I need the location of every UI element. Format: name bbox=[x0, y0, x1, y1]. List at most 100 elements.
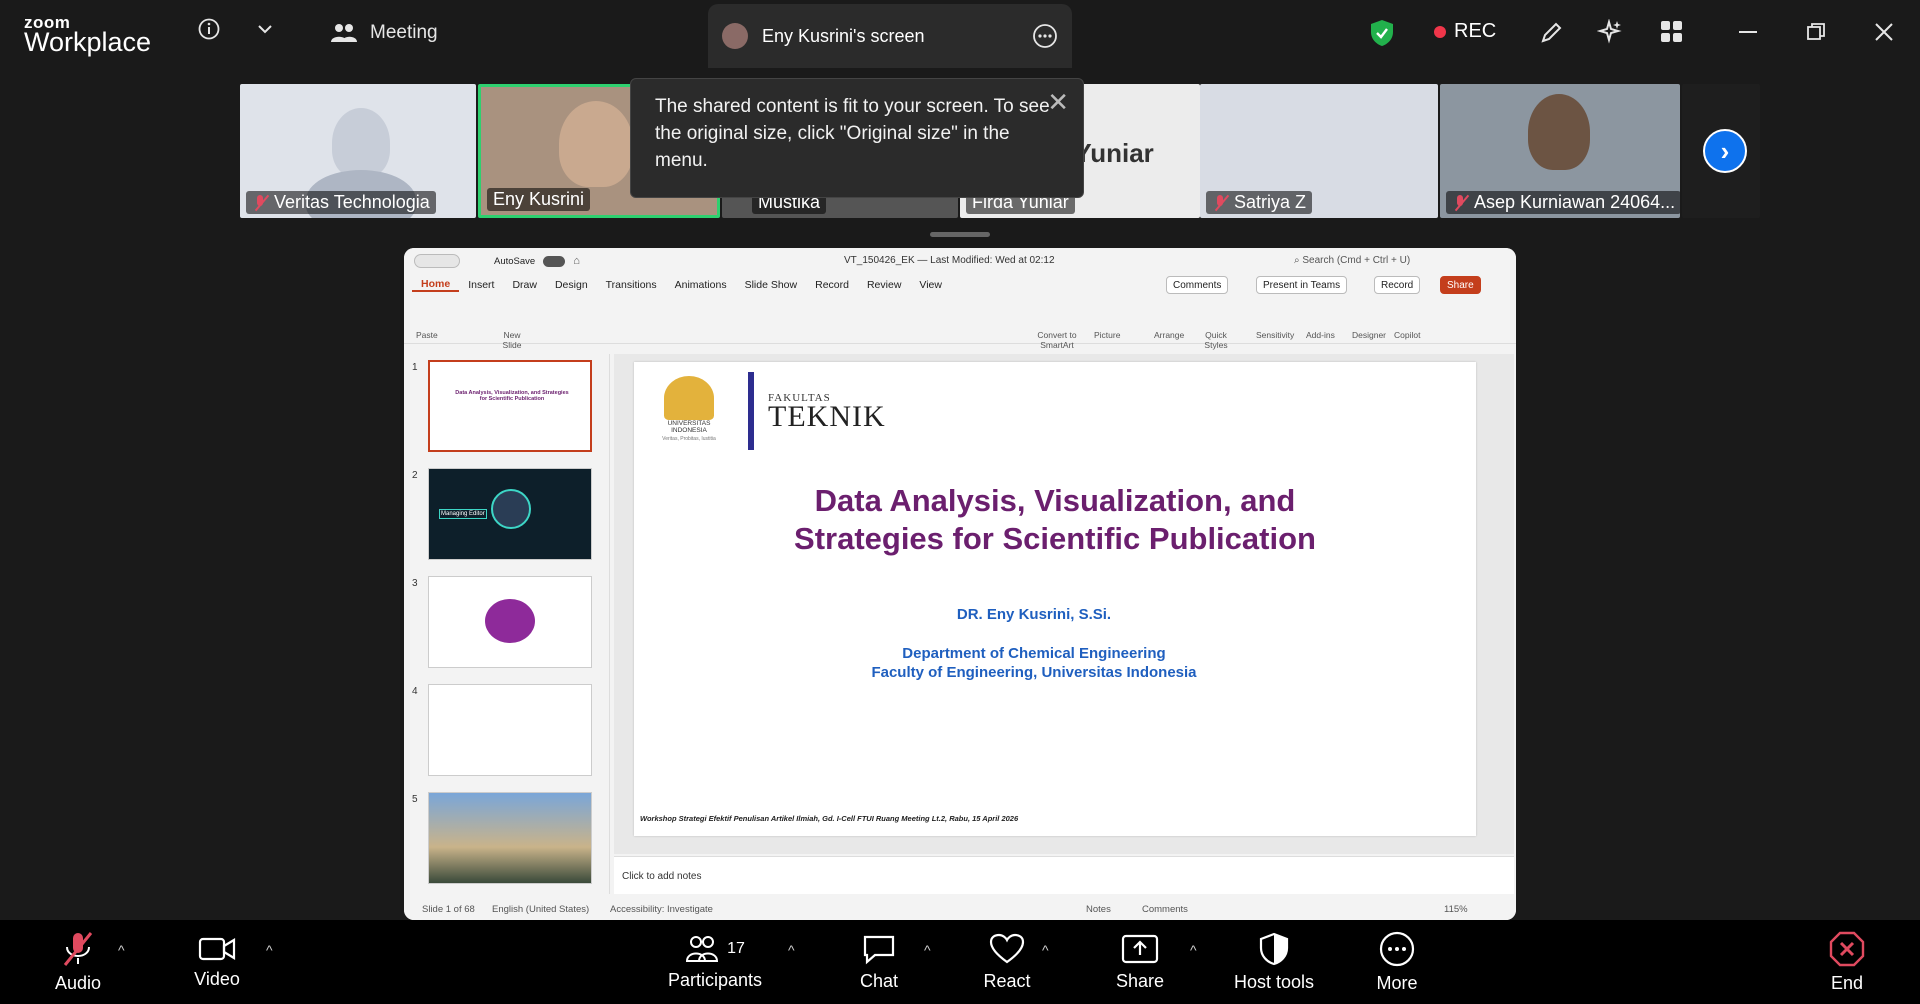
mic-muted-icon bbox=[252, 194, 268, 212]
slide-number: 5 bbox=[412, 794, 418, 805]
recording-indicator[interactable]: REC bbox=[1434, 20, 1496, 43]
paste-button[interactable]: Paste bbox=[416, 330, 438, 340]
info-icon[interactable] bbox=[196, 16, 222, 42]
tab-record[interactable]: Record bbox=[806, 279, 858, 291]
comments-toggle[interactable]: Comments bbox=[1142, 904, 1188, 915]
annotate-pen-icon[interactable] bbox=[1534, 14, 1570, 50]
close-window-icon[interactable] bbox=[1870, 18, 1898, 46]
addins-button[interactable]: Add-ins bbox=[1306, 330, 1335, 340]
convert-smartart-button[interactable]: Convert to SmartArt bbox=[1032, 330, 1082, 350]
tab-draw[interactable]: Draw bbox=[503, 279, 546, 291]
home-icon[interactable]: ⌂ bbox=[573, 255, 580, 267]
share-options-caret-icon[interactable]: ^ bbox=[1190, 942, 1197, 958]
tab-view[interactable]: View bbox=[910, 279, 951, 291]
slide-count: Slide 1 of 68 bbox=[422, 904, 475, 915]
zoom-logo: zoom Workplace bbox=[24, 14, 151, 56]
chat-label: Chat bbox=[859, 970, 899, 991]
chat-bubble-icon bbox=[863, 935, 895, 964]
tab-slide-show[interactable]: Slide Show bbox=[736, 279, 807, 291]
participant-name: Veritas Technologia bbox=[246, 191, 436, 214]
react-button[interactable]: React bbox=[972, 920, 1042, 1004]
tab-insert[interactable]: Insert bbox=[459, 279, 503, 291]
video-options-caret-icon[interactable]: ^ bbox=[266, 942, 273, 958]
new-slide-button[interactable]: New Slide bbox=[500, 330, 524, 350]
participant-video bbox=[332, 108, 390, 178]
slide-thumb-1[interactable]: Data Analysis, Visualization, and Strate… bbox=[428, 360, 592, 452]
tab-animations[interactable]: Animations bbox=[666, 279, 736, 291]
last-modified: — Last Modified: Wed at 02:12 bbox=[917, 255, 1055, 266]
end-icon bbox=[1829, 931, 1865, 966]
search-box[interactable]: ⌕ Search (Cmd + Ctrl + U) bbox=[1294, 255, 1410, 266]
slide-number: 4 bbox=[412, 686, 418, 697]
participant-video bbox=[1528, 94, 1590, 170]
accessibility-status[interactable]: Accessibility: Investigate bbox=[610, 904, 713, 915]
more-options-icon[interactable] bbox=[1032, 23, 1058, 49]
participant-name: Satriya Z bbox=[1206, 191, 1313, 214]
participants-button[interactable]: 17 Participants bbox=[660, 920, 770, 1004]
picture-button[interactable]: Picture bbox=[1094, 330, 1120, 340]
participant-tile-veritas[interactable]: Veritas Technologia bbox=[240, 84, 476, 218]
audio-options-caret-icon[interactable]: ^ bbox=[118, 942, 125, 958]
zoom-level[interactable]: 115% bbox=[1444, 904, 1468, 915]
participant-tile-satriya[interactable]: Satriya Z bbox=[1200, 84, 1438, 218]
share-screen-button[interactable]: Share bbox=[1104, 920, 1176, 1004]
participants-options-caret-icon[interactable]: ^ bbox=[788, 942, 795, 958]
video-button[interactable]: Video bbox=[184, 920, 250, 1004]
audio-button[interactable]: Audio bbox=[42, 920, 114, 1004]
slide-thumbnails-pane: 1 Data Analysis, Visualization, and Stra… bbox=[404, 354, 610, 894]
notes-toggle[interactable]: Notes bbox=[1086, 904, 1111, 915]
share-button[interactable]: Share bbox=[1440, 276, 1481, 294]
comments-button[interactable]: Comments bbox=[1166, 276, 1229, 294]
resize-handle[interactable] bbox=[930, 232, 990, 237]
apps-grid-icon[interactable] bbox=[1654, 14, 1690, 50]
top-bar: zoom Workplace Meeting Eny Kusrini's scr… bbox=[0, 0, 1920, 68]
chevron-right-icon: › bbox=[1720, 135, 1730, 166]
slide-thumb-3[interactable] bbox=[428, 576, 592, 668]
more-button[interactable]: More bbox=[1364, 920, 1430, 1004]
ai-companion-icon[interactable] bbox=[1592, 14, 1628, 50]
shared-screen-tab[interactable]: Eny Kusrini's screen bbox=[708, 4, 1072, 68]
designer-button[interactable]: Designer bbox=[1352, 330, 1386, 340]
shared-screen-powerpoint[interactable]: AutoSave ⌂ VT_150426_EK — Last Modified:… bbox=[404, 248, 1516, 920]
chat-button[interactable]: Chat bbox=[846, 920, 912, 1004]
slide-thumb-4[interactable] bbox=[428, 684, 592, 776]
language-status[interactable]: English (United States) bbox=[492, 904, 589, 915]
participant-tile-asep[interactable]: Asep Kurniawan 24064... bbox=[1440, 84, 1680, 218]
chevron-down-icon[interactable] bbox=[252, 16, 278, 42]
host-tools-button[interactable]: Host tools bbox=[1228, 920, 1320, 1004]
security-shield-icon[interactable] bbox=[1368, 18, 1396, 48]
univ-name: UNIVERSITAS INDONESIA bbox=[667, 420, 711, 434]
autosave-toggle[interactable] bbox=[543, 255, 566, 267]
arrange-button[interactable]: Arrange bbox=[1154, 330, 1184, 340]
current-slide[interactable]: UNIVERSITAS INDONESIA Veritas, Probitas,… bbox=[634, 362, 1476, 836]
participant-video bbox=[559, 101, 633, 187]
minimize-icon[interactable] bbox=[1734, 18, 1762, 46]
tab-review[interactable]: Review bbox=[858, 279, 910, 291]
present-in-teams-button[interactable]: Present in Teams bbox=[1256, 276, 1348, 294]
next-page-button[interactable]: › bbox=[1703, 129, 1747, 173]
slide-thumb-5[interactable] bbox=[428, 792, 592, 884]
close-icon[interactable]: ✕ bbox=[1047, 89, 1069, 116]
tab-transitions[interactable]: Transitions bbox=[597, 279, 666, 291]
record-label: Record bbox=[1381, 279, 1414, 291]
tab-design[interactable]: Design bbox=[546, 279, 597, 291]
slide-footer: Workshop Strategi Efektif Penulisan Arti… bbox=[640, 814, 1019, 823]
notes-pane[interactable]: Click to add notes bbox=[614, 856, 1514, 894]
chat-options-caret-icon[interactable]: ^ bbox=[924, 942, 931, 958]
copilot-button[interactable]: Copilot bbox=[1394, 330, 1420, 340]
meeting-menu[interactable]: Meeting bbox=[330, 22, 438, 44]
slide-thumb-2[interactable]: Managing Editor bbox=[428, 468, 592, 560]
restore-window-icon[interactable] bbox=[1802, 18, 1830, 46]
react-label: React bbox=[983, 970, 1031, 991]
end-meeting-button[interactable]: End bbox=[1818, 920, 1876, 1004]
slide-number: 3 bbox=[412, 578, 418, 589]
tooltip-text: The shared content is fit to your screen… bbox=[655, 96, 1050, 171]
tab-home[interactable]: Home bbox=[412, 278, 460, 292]
share-label: Share bbox=[1115, 970, 1165, 991]
sidebar-toggle-icon[interactable] bbox=[414, 254, 460, 268]
record-button[interactable]: Record bbox=[1374, 276, 1421, 294]
ppt-title-bar: AutoSave ⌂ VT_150426_EK — Last Modified:… bbox=[404, 248, 1516, 274]
quick-styles-button[interactable]: Quick Styles bbox=[1202, 330, 1230, 350]
sensitivity-button[interactable]: Sensitivity bbox=[1256, 330, 1294, 340]
react-options-caret-icon[interactable]: ^ bbox=[1042, 942, 1049, 958]
